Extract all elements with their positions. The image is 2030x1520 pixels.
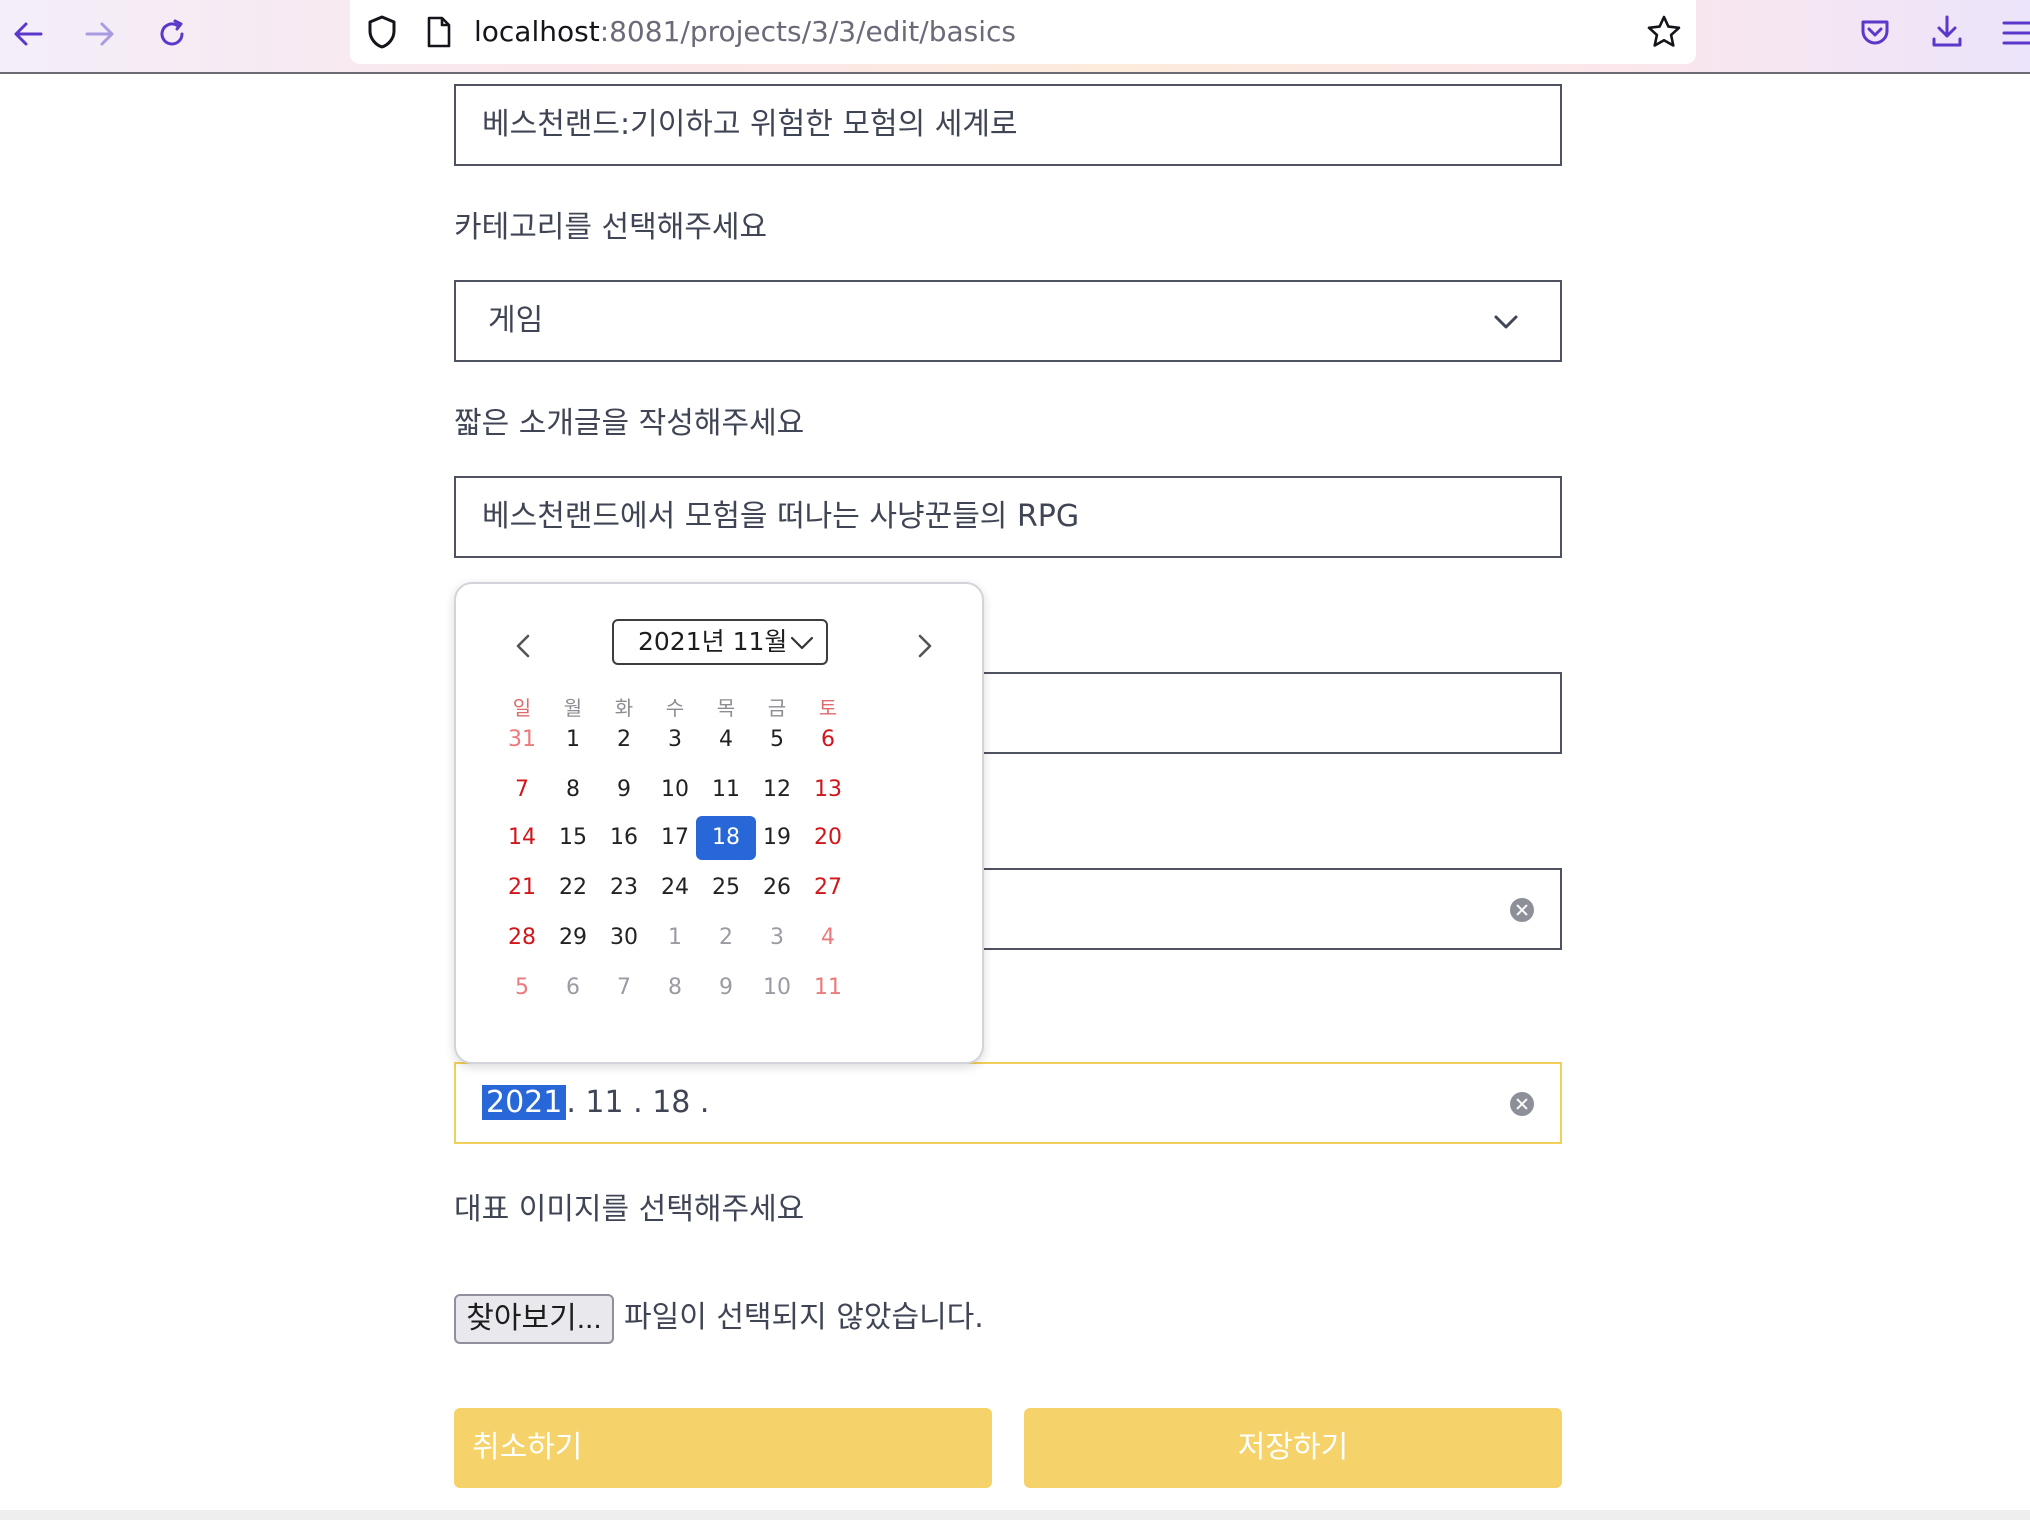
calendar-day[interactable]: 13 <box>798 768 858 812</box>
url-host: localhost <box>474 15 600 48</box>
image-label: 대표 이미지를 선택해주세요 <box>454 1192 805 1227</box>
back-button[interactable] <box>8 14 48 54</box>
bookmark-star-icon[interactable] <box>1646 14 1682 50</box>
page-bottom-edge <box>0 1510 2030 1520</box>
url-text[interactable]: localhost:8081/projects/3/3/edit/basics <box>474 14 1016 50</box>
end-date-value: 2021. 11 . 18 . <box>482 1064 709 1142</box>
project-title-value: 베스천랜드:기이하고 위험한 모험의 세계로 <box>482 107 1018 142</box>
cancel-button[interactable]: 취소하기 <box>454 1408 992 1488</box>
month-year-label: 2021년 11월 <box>638 627 788 656</box>
category-selected-value: 게임 <box>488 303 544 338</box>
reload-button[interactable] <box>152 14 192 54</box>
intro-input[interactable]: 베스천랜드에서 모험을 떠나는 사냥꾼들의 RPG <box>454 476 1562 558</box>
forward-button[interactable] <box>80 14 120 54</box>
shield-icon[interactable] <box>366 14 398 50</box>
project-title-input[interactable]: 베스천랜드:기이하고 위험한 모험의 세계로 <box>454 84 1562 166</box>
save-button[interactable]: 저장하기 <box>1024 1408 1562 1488</box>
calendar-day[interactable]: 6 <box>798 718 858 762</box>
url-path: :8081/projects/3/3/edit/basics <box>599 15 1016 48</box>
weekday-label: 토 <box>818 696 838 720</box>
browser-toolbar: localhost:8081/projects/3/3/edit/basics <box>0 0 2030 74</box>
calendar-day[interactable]: 27 <box>798 866 858 910</box>
next-month-icon[interactable] <box>904 626 944 666</box>
back-arrow-icon <box>14 22 43 46</box>
intro-value: 베스천랜드에서 모험을 떠나는 사냥꾼들의 RPG <box>482 499 1080 534</box>
category-select[interactable]: 게임 <box>454 280 1562 362</box>
clear-icon[interactable] <box>1510 1092 1534 1116</box>
chevron-down-icon <box>790 636 814 650</box>
calendar-day[interactable]: 20 <box>798 816 858 860</box>
calendar-day[interactable]: 4 <box>798 916 858 960</box>
date-year-segment[interactable]: 2021 <box>482 1085 567 1120</box>
category-label: 카테고리를 선택해주세요 <box>454 210 768 245</box>
download-icon[interactable] <box>1930 14 1964 50</box>
date-picker-popup: 2021년 11월 일월화수목금토 31 1 2 3 4 5 6 7 8 9 10 11 12 13 14 1… <box>454 582 984 1064</box>
url-bar[interactable]: localhost:8081/projects/3/3/edit/basics <box>350 0 1696 64</box>
file-browse-button[interactable]: 찾아보기... <box>454 1294 614 1344</box>
calendar-day[interactable]: 11 <box>798 966 858 1010</box>
file-status-text: 파일이 선택되지 않았습니다. <box>624 1300 984 1335</box>
clear-icon[interactable] <box>1510 898 1534 922</box>
chevron-down-icon <box>1494 315 1518 329</box>
date-rest-segment[interactable]: . 11 . 18 . <box>566 1085 709 1120</box>
end-date-input[interactable]: 2021. 11 . 18 . <box>454 1062 1562 1144</box>
forward-arrow-icon <box>85 22 114 46</box>
month-year-select[interactable]: 2021년 11월 <box>612 619 828 665</box>
intro-label: 짧은 소개글을 작성해주세요 <box>454 406 805 441</box>
page-icon <box>427 16 451 48</box>
pocket-icon[interactable] <box>1858 16 1892 50</box>
menu-icon[interactable] <box>2002 18 2030 48</box>
prev-month-icon[interactable] <box>504 626 544 666</box>
reload-icon <box>160 19 184 46</box>
